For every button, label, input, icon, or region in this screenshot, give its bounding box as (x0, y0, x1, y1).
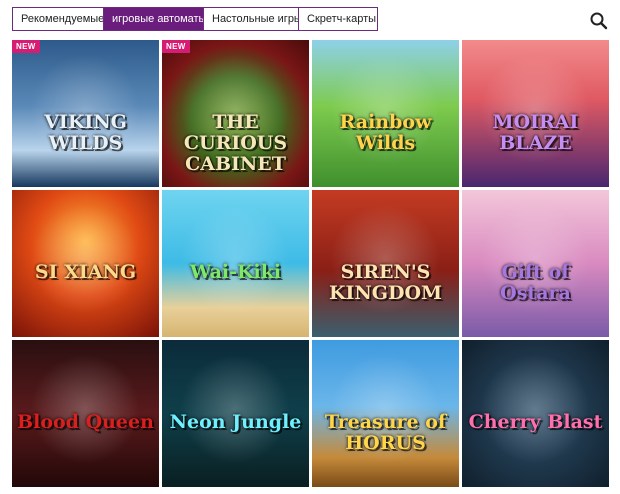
game-tile[interactable]: Gift of Ostara (462, 190, 609, 337)
game-title: SI XIANG (34, 261, 137, 283)
tab-scratch-cards[interactable]: Скретч-карты (298, 7, 378, 31)
tile-artwork (30, 204, 140, 314)
game-title: Rainbow Wilds (339, 111, 432, 154)
category-tabs: Рекомендуемые игровые автоматы Настольны… (12, 7, 378, 31)
game-title: SIREN'S KINGDOM (328, 261, 443, 304)
game-title: MOIRAI BLAZE (492, 111, 579, 154)
new-badge: NEW (12, 40, 40, 53)
tile-artwork (180, 354, 290, 464)
game-tile[interactable]: Rainbow Wilds (312, 40, 459, 187)
game-tile[interactable]: SI XIANG (12, 190, 159, 337)
game-title: Wai-Kiki (189, 261, 282, 283)
game-title: Treasure of HORUS (324, 411, 447, 454)
game-tile[interactable]: THE CURIOUS CABINET NEW (162, 40, 309, 187)
game-title: Neon Jungle (169, 411, 302, 433)
game-tile[interactable]: Treasure of HORUS (312, 340, 459, 487)
tile-artwork (480, 354, 590, 464)
new-badge: NEW (162, 40, 190, 53)
game-tile[interactable]: Neon Jungle (162, 340, 309, 487)
tab-table-games[interactable]: Настольные игры (203, 7, 302, 31)
tile-artwork (180, 204, 290, 314)
game-title: THE CURIOUS CABINET (183, 111, 288, 175)
game-tile[interactable]: MOIRAI BLAZE (462, 40, 609, 187)
tab-recommended[interactable]: Рекомендуемые (12, 7, 104, 31)
search-icon (590, 12, 608, 30)
game-title: Gift of Ostara (500, 261, 571, 304)
search-button[interactable] (588, 10, 610, 32)
game-tile[interactable]: Wai-Kiki (162, 190, 309, 337)
game-tile[interactable]: VIKING WILDS NEW (12, 40, 159, 187)
game-tile[interactable]: SIREN'S KINGDOM (312, 190, 459, 337)
game-title: VIKING WILDS (44, 111, 127, 154)
tile-artwork (30, 354, 140, 464)
tab-slots[interactable]: игровые автоматы (103, 7, 206, 31)
game-tile[interactable]: Cherry Blast (462, 340, 609, 487)
game-title: Blood Queen (17, 411, 154, 433)
game-tile[interactable]: Blood Queen (12, 340, 159, 487)
game-title: Cherry Blast (468, 411, 603, 433)
games-grid: VIKING WILDS NEW THE CURIOUS CABINET NEW Rai… (12, 40, 609, 494)
